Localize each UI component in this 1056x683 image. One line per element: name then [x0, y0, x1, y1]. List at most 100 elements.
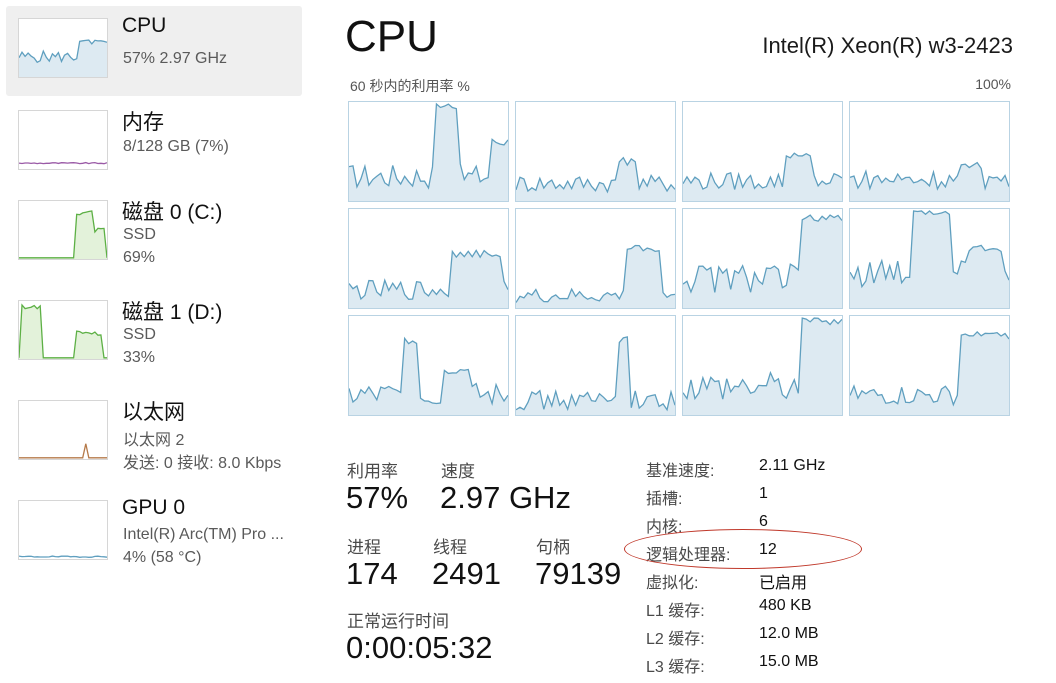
- core-graph-7: [849, 208, 1010, 309]
- device-sidebar: CPU 57% 2.97 GHz 内存 8/128 GB (7%) 磁盘 0 (…: [0, 0, 316, 683]
- sidebar-item-detail: 69%: [123, 249, 156, 266]
- cpu-details-pane: CPU Intel(R) Xeon(R) w3-2423 60 秒内的利用率 %…: [316, 0, 1056, 683]
- core-graph-3: [849, 101, 1010, 202]
- core-graph-plot: [683, 214, 842, 308]
- sidebar-item-cpu[interactable]: CPU 57% 2.97 GHz: [6, 6, 302, 96]
- core-graph-fill: [349, 338, 508, 415]
- sidebar-item-ethernet[interactable]: 以太网 以太网 2 发送: 0 接收: 8.0 Kbps: [6, 388, 302, 478]
- handles-value: 79139: [535, 556, 622, 591]
- annotation-ellipse: [624, 529, 862, 569]
- l1-cache-label: L1 缓存:: [646, 603, 705, 620]
- page-title: CPU: [345, 12, 438, 61]
- core-graph-plot: [850, 161, 1009, 201]
- core-graph-fill: [349, 250, 508, 308]
- sidebar-item-detail: 33%: [123, 349, 156, 366]
- sidebar-item-type: SSD: [123, 326, 156, 343]
- core-graph-fill: [850, 210, 1009, 308]
- core-graph-plot: [516, 336, 675, 415]
- processes-value: 174: [346, 556, 398, 591]
- sidebar-item-gpu0[interactable]: GPU 0 Intel(R) Arc(TM) Pro ... 4% (58 °C…: [6, 488, 302, 578]
- sidebar-item-title: 内存: [122, 111, 164, 134]
- core-graph-2: [682, 101, 843, 202]
- core-graph-fill: [850, 331, 1009, 415]
- sidebar-item-adapter: 以太网 2: [123, 432, 185, 449]
- core-graph-fill: [850, 162, 1009, 201]
- memory-thumb-line: [19, 161, 107, 165]
- sockets-value: 1: [759, 485, 768, 502]
- sidebar-item-title: 磁盘 1 (D:): [122, 301, 223, 324]
- base-speed-value: 2.11 GHz: [759, 457, 826, 474]
- threads-label: 线程: [433, 538, 467, 557]
- sidebar-item-memory[interactable]: 内存 8/128 GB (7%): [6, 98, 302, 188]
- core-graph-plot: [516, 244, 675, 308]
- speed-label: 速度: [441, 462, 475, 481]
- sidebar-item-detail: 4% (58 °C): [123, 549, 202, 566]
- logical-processor-graphs[interactable]: [348, 101, 1012, 416]
- sidebar-item-disk1[interactable]: 磁盘 1 (D:) SSD 33%: [6, 288, 302, 378]
- l1-cache-value: 480 KB: [759, 597, 812, 614]
- virtualization-label: 虚拟化:: [646, 575, 699, 592]
- sidebar-item-title: 磁盘 0 (C:): [122, 201, 223, 224]
- virtualization-value: 已启用: [759, 575, 808, 592]
- core-graph-fill: [683, 153, 842, 201]
- base-speed-label: 基准速度:: [646, 463, 715, 480]
- disk0-thumb-fill: [19, 211, 107, 259]
- core-graph-plot: [349, 102, 508, 201]
- core-graph-8: [348, 315, 509, 416]
- memory-usage-graph-icon: [18, 110, 108, 170]
- sidebar-item-type: SSD: [123, 226, 156, 243]
- core-graph-plot: [683, 317, 842, 415]
- sidebar-item-detail: 8/128 GB (7%): [123, 138, 229, 155]
- sidebar-item-adapter: Intel(R) Arc(TM) Pro ...: [123, 526, 284, 543]
- gpu-usage-graph-icon: [18, 500, 108, 560]
- core-graph-line: [349, 102, 508, 190]
- core-graph-plot: [850, 210, 1009, 308]
- core-graph-plot: [683, 152, 842, 201]
- sidebar-item-detail: 发送: 0 接收: 8.0 Kbps: [123, 455, 282, 472]
- sockets-label: 插槽:: [646, 491, 683, 508]
- core-graph-5: [515, 208, 676, 309]
- core-graph-11: [849, 315, 1010, 416]
- core-graph-0: [348, 101, 509, 202]
- utilization-label: 利用率: [347, 462, 398, 481]
- gpu-thumb-line: [19, 555, 107, 558]
- core-graph-10: [682, 315, 843, 416]
- network-usage-graph-icon: [18, 400, 108, 460]
- core-graph-4: [348, 208, 509, 309]
- core-graph-line: [349, 336, 508, 406]
- core-graph-fill: [683, 318, 842, 415]
- sidebar-item-title: GPU 0: [122, 496, 186, 519]
- cpu-usage-graph-icon: [18, 18, 108, 78]
- sidebar-item-disk0[interactable]: 磁盘 0 (C:) SSD 69%: [6, 188, 302, 278]
- graph-max-label: 100%: [975, 76, 1011, 92]
- utilization-value: 57%: [346, 480, 409, 515]
- disk-usage-graph-icon: [18, 300, 108, 360]
- l3-cache-label: L3 缓存:: [646, 659, 705, 676]
- l2-cache-label: L2 缓存:: [646, 631, 705, 648]
- l2-cache-value: 12.0 MB: [759, 625, 819, 642]
- speed-value: 2.97 GHz: [440, 480, 571, 515]
- sidebar-item-title: 以太网: [122, 401, 185, 424]
- ethernet-thumb-line: [19, 443, 107, 459]
- handles-label: 句柄: [536, 538, 570, 557]
- core-graph-6: [682, 208, 843, 309]
- sidebar-item-title: CPU: [122, 14, 167, 37]
- cpu-model-name: Intel(R) Xeon(R) w3-2423: [762, 33, 1013, 58]
- uptime-label: 正常运行时间: [347, 612, 449, 631]
- core-graph-plot: [850, 331, 1009, 415]
- disk-usage-graph-icon: [18, 200, 108, 260]
- core-graph-line: [683, 152, 842, 190]
- core-graph-plot: [516, 156, 675, 201]
- core-graph-fill: [683, 215, 842, 308]
- threads-value: 2491: [432, 556, 501, 591]
- core-graph-plot: [349, 249, 508, 308]
- core-graph-plot: [349, 336, 508, 415]
- uptime-value: 0:00:05:32: [346, 630, 493, 665]
- core-graph-1: [515, 101, 676, 202]
- core-graph-fill: [516, 336, 675, 415]
- l3-cache-value: 15.0 MB: [759, 653, 819, 670]
- processes-label: 进程: [347, 538, 381, 557]
- sidebar-item-detail: 57% 2.97 GHz: [123, 50, 228, 67]
- graph-caption: 60 秒内的利用率 %: [350, 78, 470, 94]
- core-graph-9: [515, 315, 676, 416]
